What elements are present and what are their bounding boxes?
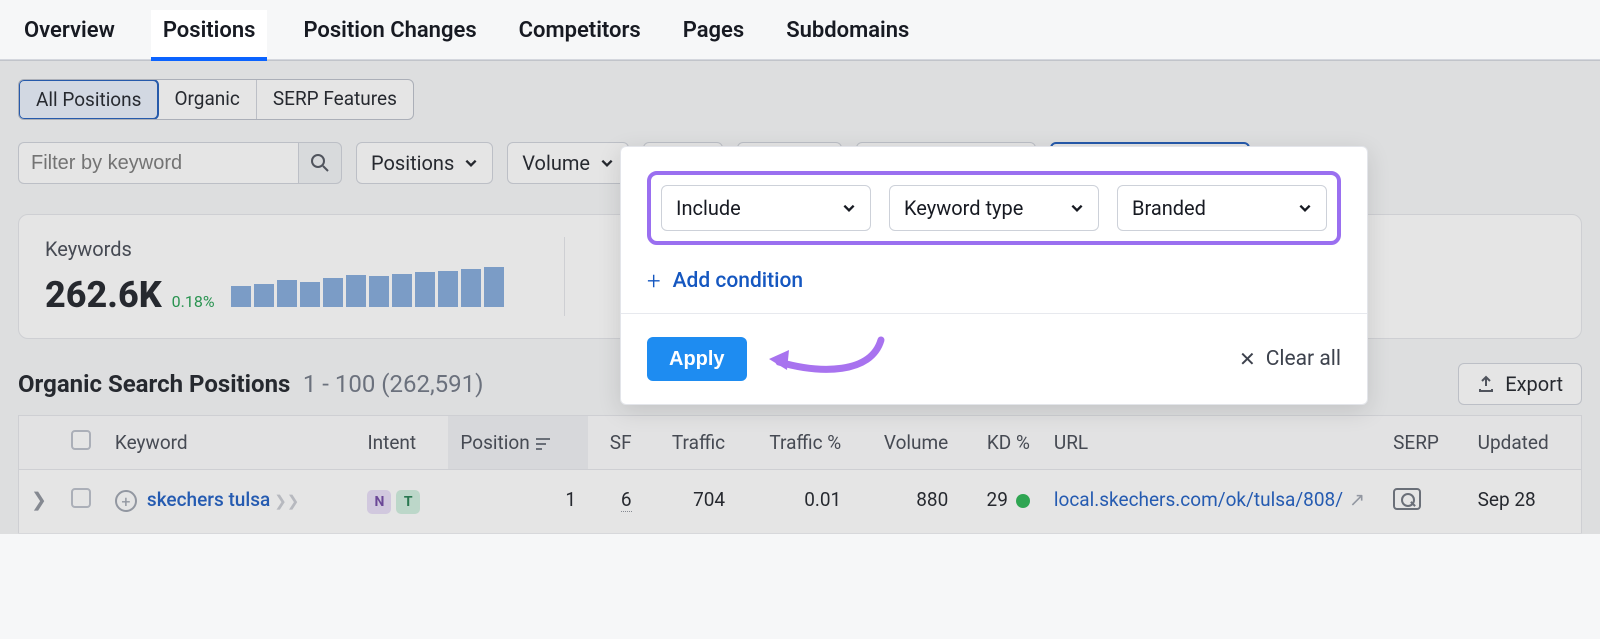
intent-badge-t: T [396,490,420,514]
condition-value-select[interactable]: Branded [1117,185,1327,231]
keyword-filter-search-button[interactable] [298,142,342,184]
col-updated[interactable]: Updated [1466,416,1582,470]
close-icon: ✕ [1239,347,1256,371]
tab-pages[interactable]: Pages [677,10,750,59]
cell-updated: Sep 28 [1466,470,1582,534]
add-keyword-icon[interactable]: + [115,490,137,512]
keywords-stat-label: Keywords [45,237,504,261]
tab-competitors[interactable]: Competitors [513,10,647,59]
search-icon [310,153,330,173]
col-volume[interactable]: Volume [853,416,960,470]
tab-positions[interactable]: Positions [151,10,268,61]
view-serp-icon[interactable] [1393,488,1421,510]
tab-subdomains[interactable]: Subdomains [780,10,915,59]
sort-icon [536,438,552,450]
export-icon [1477,375,1495,393]
position-type-segment: All Positions Organic SERP Features [18,79,414,120]
advanced-filters-popover: Include Keyword type Branded + Add condi… [620,146,1368,405]
col-position[interactable]: Position [448,416,588,470]
cell-position: 1 [448,470,588,534]
chevron-down-icon [1070,201,1084,215]
main-tabs: Overview Positions Position Changes Comp… [0,0,1600,61]
filter-volume[interactable]: Volume [507,142,629,184]
col-traffic[interactable]: Traffic [644,416,738,470]
add-condition-button[interactable]: + Add condition [647,267,803,295]
intent-badge-n: N [367,490,391,514]
condition-operator-select[interactable]: Include [661,185,871,231]
keywords-stat-value: 262.6K [45,274,162,316]
keyword-filter-input[interactable] [18,142,298,184]
cell-volume: 880 [853,470,960,534]
results-table: Keyword Intent Position SF Traffic Traff… [18,415,1582,534]
col-keyword[interactable]: Keyword [103,416,356,470]
chevron-down-icon [1298,201,1312,215]
col-intent[interactable]: Intent [355,416,448,470]
chevron-down-icon [842,201,856,215]
tab-position-changes[interactable]: Position Changes [297,10,482,59]
cell-traffic: 704 [644,470,738,534]
filter-positions[interactable]: Positions [356,142,493,184]
col-url[interactable]: URL [1042,416,1381,470]
expand-row-toggle[interactable]: ❯ [31,488,47,511]
col-traffic-pct[interactable]: Traffic % [737,416,853,470]
cell-kd: 29 [987,488,1008,511]
external-link-icon[interactable]: ↗ [1349,488,1365,511]
condition-field-select[interactable]: Keyword type [889,185,1099,231]
chevron-down-icon [600,156,614,170]
chevron-down-icon [464,156,478,170]
cell-traffic-pct: 0.01 [737,470,853,534]
segment-organic[interactable]: Organic [158,80,256,119]
keyword-link[interactable]: skechers tulsa [147,488,270,511]
col-serp[interactable]: SERP [1381,416,1466,470]
cell-sf[interactable]: 6 [621,488,632,512]
url-link[interactable]: local.skechers.com/ok/tulsa/808/ [1054,488,1343,511]
table-range: 1 - 100 (262,591) [303,370,484,398]
col-kd[interactable]: KD % [960,416,1042,470]
keywords-sparkline [231,267,504,307]
filter-condition-row: Include Keyword type Branded [647,171,1341,245]
kd-difficulty-dot [1016,494,1030,508]
double-chevron-icon: ❯❯ [274,492,299,510]
export-button[interactable]: Export [1458,363,1582,405]
row-checkbox[interactable] [71,488,91,508]
table-title: Organic Search Positions [18,370,290,398]
keywords-stat-delta: 0.18% [172,292,215,311]
select-all-checkbox[interactable] [71,430,91,450]
annotation-arrow [761,334,891,384]
apply-button[interactable]: Apply [647,337,747,381]
tab-overview[interactable]: Overview [18,10,121,59]
clear-all-button[interactable]: ✕ Clear all [1239,347,1341,371]
table-row: ❯ + skechers tulsa❯❯ N T 1 6 704 0.01 88… [19,470,1582,534]
plus-icon: + [647,267,661,295]
segment-serp-features[interactable]: SERP Features [257,80,413,119]
col-sf[interactable]: SF [588,416,643,470]
segment-all-positions[interactable]: All Positions [18,79,159,120]
